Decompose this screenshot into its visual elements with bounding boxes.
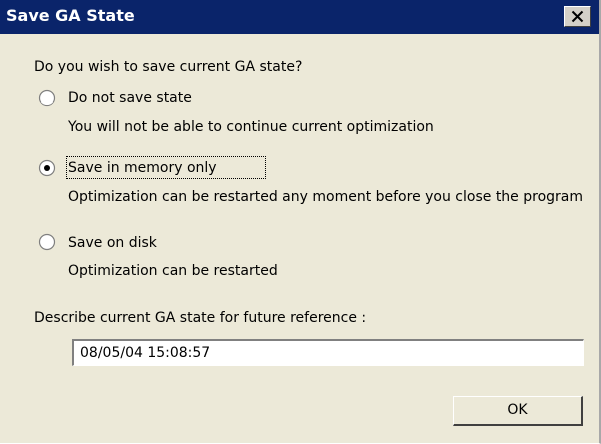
option-desc-save-on-disk: Optimization can be restarted	[68, 263, 278, 279]
describe-label: Describe current GA state for future ref…	[34, 310, 367, 326]
ok-button[interactable]: OK	[453, 396, 583, 426]
dialog-title: Save GA State	[6, 6, 135, 25]
close-button[interactable]	[564, 6, 591, 27]
option-desc-do-not-save: You will not be able to continue current…	[68, 119, 434, 135]
state-description-input[interactable]	[72, 339, 584, 366]
close-icon	[571, 10, 584, 23]
option-desc-save-in-memory: Optimization can be restarted any moment…	[68, 189, 584, 205]
question-text: Do you wish to save current GA state?	[34, 59, 303, 75]
radio-save-in-memory[interactable]	[38, 159, 56, 177]
radio-save-on-disk[interactable]	[38, 233, 56, 251]
save-ga-state-dialog: Save GA State Do you wish to save curren…	[0, 0, 601, 444]
option-label-save-on-disk[interactable]: Save on disk	[68, 233, 157, 253]
title-bar[interactable]: Save GA State	[0, 0, 599, 34]
option-label-do-not-save[interactable]: Do not save state	[68, 88, 192, 108]
radio-selected-dot	[44, 165, 50, 171]
option-label-save-in-memory[interactable]: Save in memory only	[68, 158, 217, 178]
radio-do-not-save[interactable]	[38, 89, 56, 107]
